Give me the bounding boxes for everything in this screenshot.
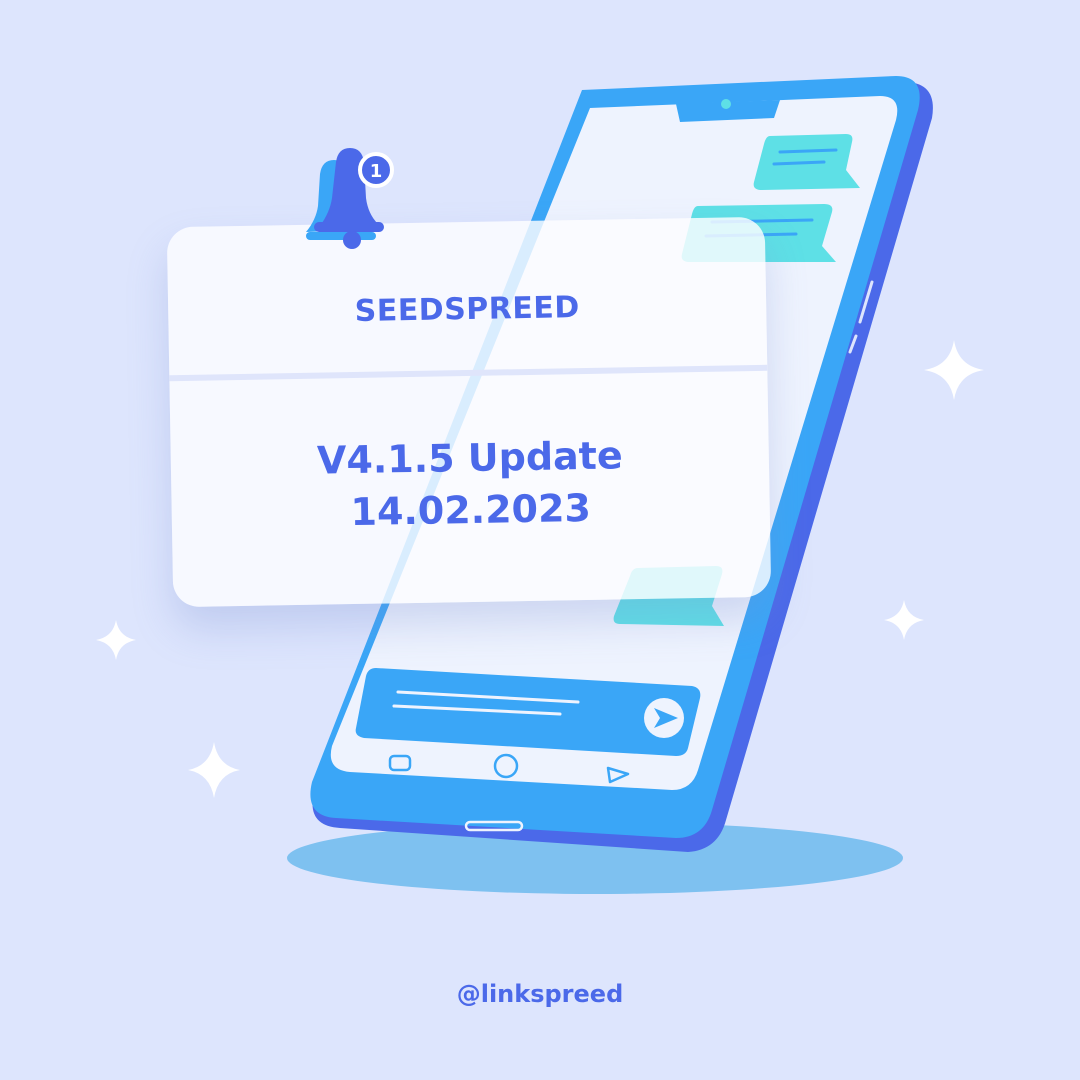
update-date: 14.02.2023 [350,485,592,535]
badge-count: 1 [370,161,383,182]
chat-bubble-text-line [778,148,838,154]
sparkle-icon [924,340,984,400]
sparkle-icon [96,620,136,660]
sparkle-icon [884,600,924,640]
chat-bubble-text-line [772,160,826,166]
camera-icon [721,99,731,109]
sparkle-icon [188,742,240,798]
notification-card: SEEDSPREED V4.1.5 Update 14.02.2023 [166,216,772,608]
card-divider [169,364,768,382]
app-name: SEEDSPREED [354,290,581,329]
card-headline: V4.1.5 Update 14.02.2023 [170,427,770,541]
bell-notification-icon: 1 [306,148,394,249]
social-handle: @linkspreed [456,980,624,1008]
